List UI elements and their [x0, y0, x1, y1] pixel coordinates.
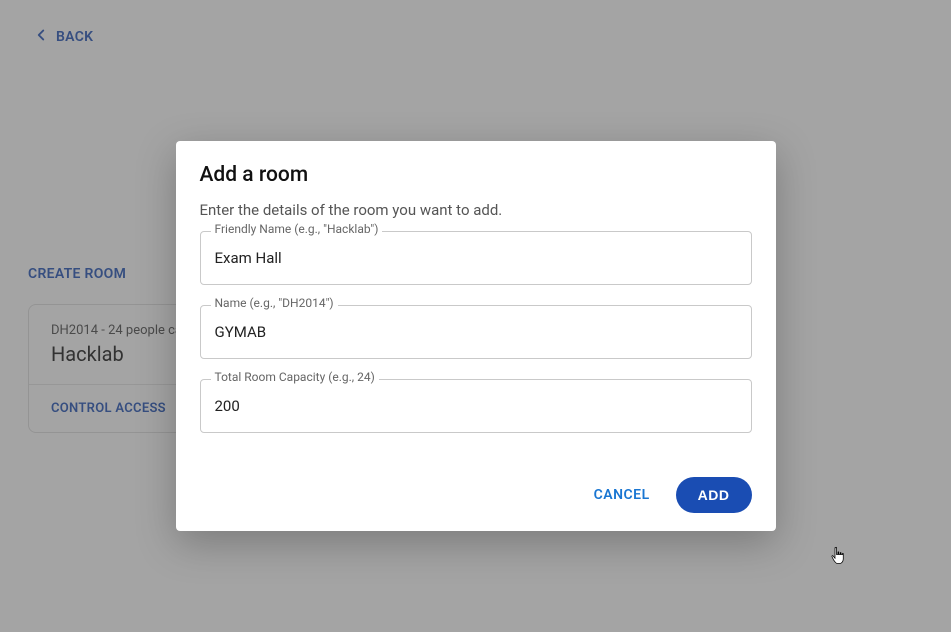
capacity-label: Total Room Capacity (e.g., 24) — [211, 371, 379, 383]
friendly-name-label: Friendly Name (e.g., "Hacklab") — [211, 223, 383, 235]
capacity-field-wrapper: Total Room Capacity (e.g., 24) — [200, 379, 752, 433]
capacity-input[interactable] — [200, 379, 752, 433]
dialog-title: Add a room — [200, 163, 752, 187]
name-label: Name (e.g., "DH2014") — [211, 297, 338, 309]
friendly-name-input[interactable] — [200, 231, 752, 285]
modal-overlay[interactable]: Add a room Enter the details of the room… — [0, 0, 951, 632]
dialog-subtitle: Enter the details of the room you want t… — [200, 201, 752, 219]
dialog-actions: CANCEL ADD — [200, 477, 752, 513]
cancel-button[interactable]: CANCEL — [586, 479, 658, 511]
name-field-wrapper: Name (e.g., "DH2014") — [200, 305, 752, 359]
friendly-name-field-wrapper: Friendly Name (e.g., "Hacklab") — [200, 231, 752, 285]
add-room-dialog: Add a room Enter the details of the room… — [176, 141, 776, 531]
add-button[interactable]: ADD — [676, 477, 752, 513]
name-input[interactable] — [200, 305, 752, 359]
